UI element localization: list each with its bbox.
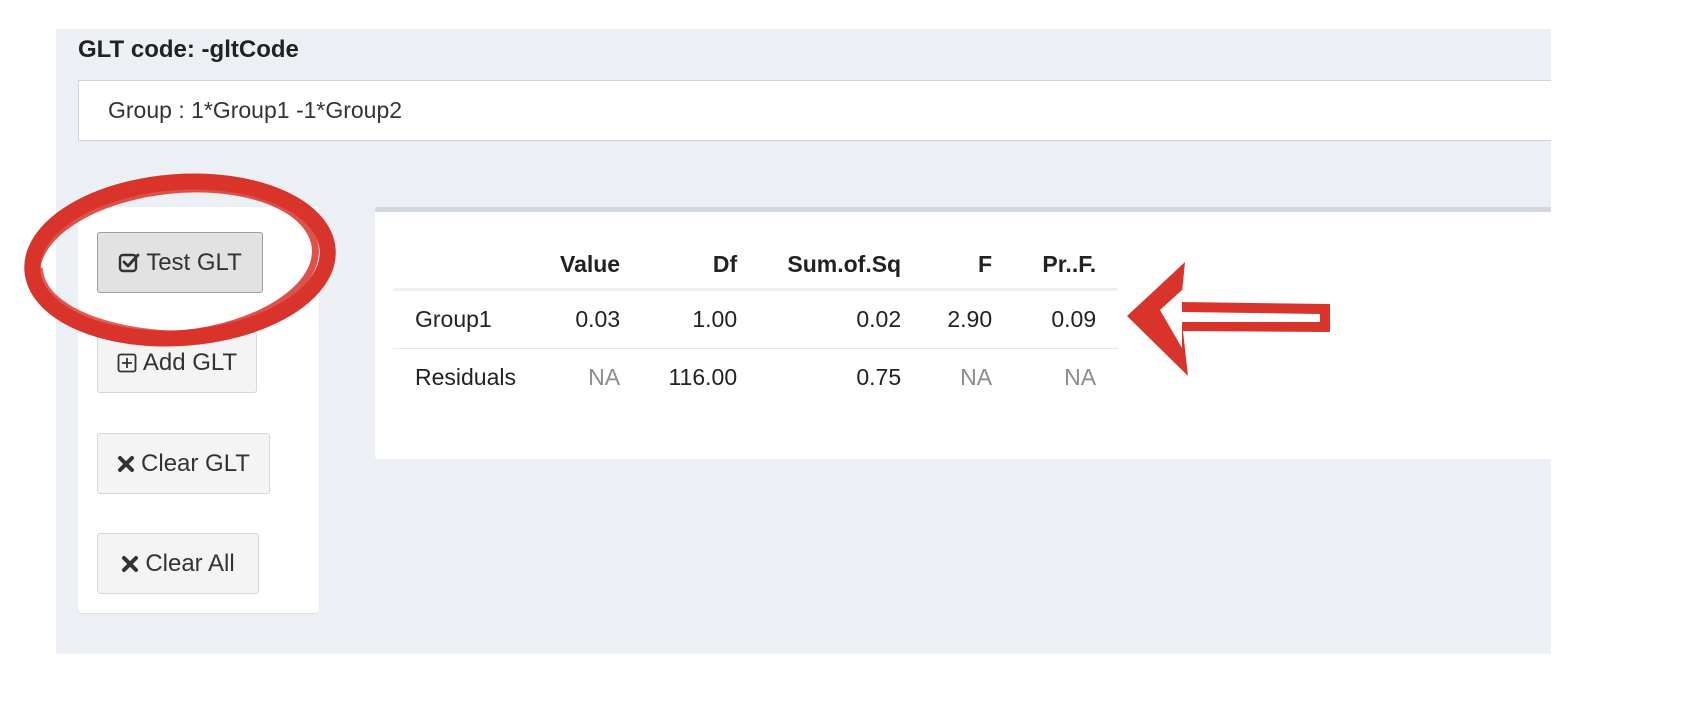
test-glt-label: Test GLT: [146, 248, 242, 276]
table-row: Residuals NA 116.00 0.75 NA NA: [393, 349, 1118, 407]
clear-all-label: Clear All: [145, 549, 235, 577]
table-cell: NA: [1064, 364, 1097, 390]
table-cell: 1.00: [642, 289, 760, 349]
x-icon: [117, 455, 135, 473]
clear-glt-label: Clear GLT: [141, 449, 250, 477]
row-label: Residuals: [415, 364, 516, 390]
clear-glt-button[interactable]: Clear GLT: [97, 433, 270, 494]
table-cell: 0.03: [538, 289, 643, 349]
column-header: Value: [538, 242, 643, 291]
x-icon: [121, 555, 139, 573]
glt-code-label: GLT code: -gltCode: [78, 36, 299, 63]
add-glt-label: Add GLT: [142, 348, 238, 376]
add-glt-button[interactable]: Add GLT: [97, 332, 257, 393]
table-cell: 0.09: [1014, 289, 1119, 349]
column-header: Df: [642, 242, 760, 291]
glt-code-input[interactable]: Group : 1*Group1 -1*Group2: [78, 80, 1551, 141]
column-header: [393, 242, 538, 291]
row-label: Group1: [393, 289, 538, 349]
table-cell: 2.90: [923, 289, 1015, 349]
table-cell: 0.75: [856, 364, 902, 390]
check-square-icon: [118, 252, 140, 274]
column-header: Pr..F.: [1014, 242, 1119, 291]
table-cell: NA: [588, 364, 621, 390]
table-cell: NA: [960, 364, 993, 390]
test-glt-button[interactable]: Test GLT: [97, 232, 263, 293]
clear-all-button[interactable]: Clear All: [97, 533, 259, 594]
table-cell: 116.00: [668, 364, 738, 390]
plus-square-icon: [117, 353, 137, 373]
column-header: Sum.of.Sq: [759, 242, 924, 291]
table-cell: 0.02: [759, 289, 924, 349]
table-header-row: Value Df Sum.of.Sq F Pr..F.: [393, 242, 1119, 291]
column-header: F: [923, 242, 1015, 291]
glt-results-box: Value Df Sum.of.Sq F Pr..F. Group1 0.03 …: [375, 207, 1551, 459]
glt-results-table: Value Df Sum.of.Sq F Pr..F. Group1 0.03 …: [393, 242, 1119, 407]
table-row: Group1 0.03 1.00 0.02 2.90 0.09: [393, 289, 1119, 349]
